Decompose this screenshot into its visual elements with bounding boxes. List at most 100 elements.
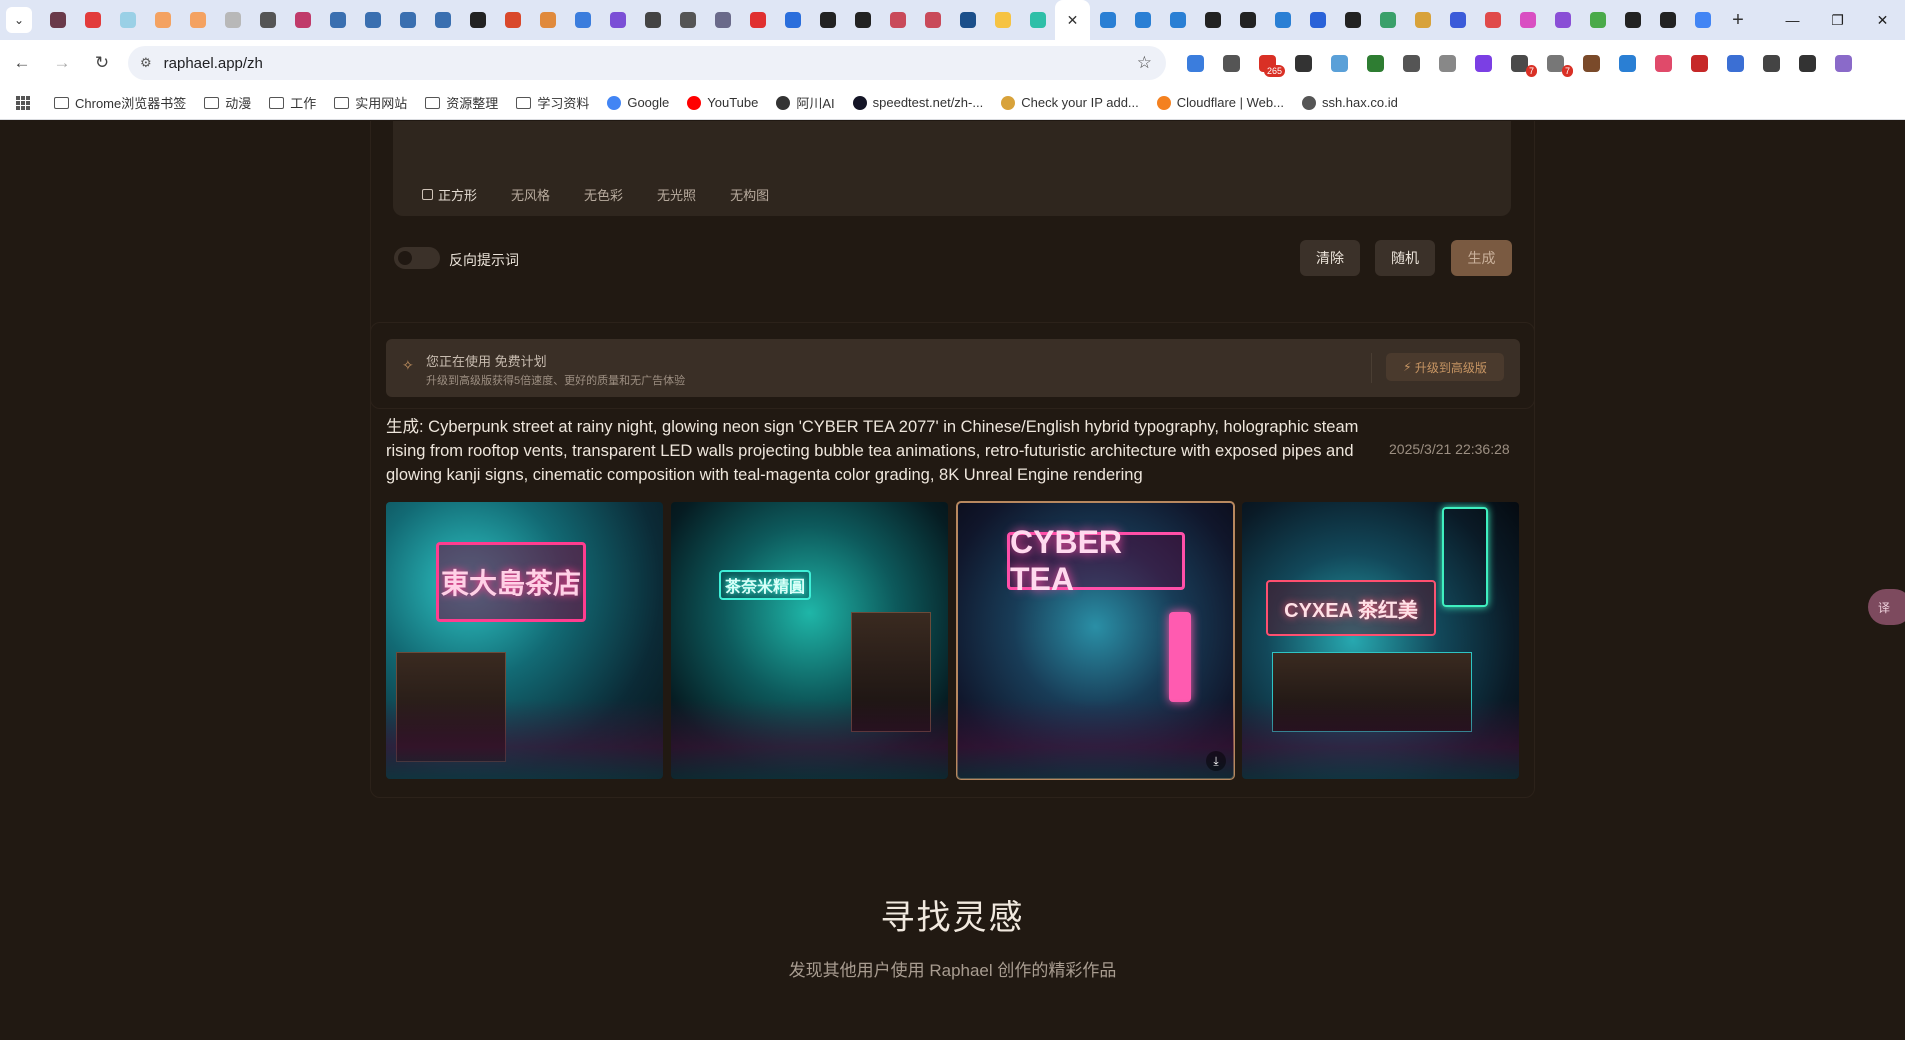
bookmark-item[interactable]: Cloudflare | Web... [1156,95,1284,110]
browser-tab[interactable] [1510,0,1545,40]
bookmark-item[interactable]: ssh.hax.co.id [1301,95,1398,110]
browser-tab[interactable] [1020,0,1055,40]
style-chip[interactable]: 无风格 [511,185,550,204]
random-button[interactable]: 随机 [1375,240,1435,276]
extension-icon[interactable] [1794,50,1821,77]
reload-button[interactable]: ↻ [84,45,120,81]
extension-icon[interactable] [1434,50,1461,77]
browser-tab[interactable] [1545,0,1580,40]
extension-icon[interactable] [1362,50,1389,77]
browser-tab[interactable] [705,0,740,40]
browser-tab[interactable] [1125,0,1160,40]
browser-tab[interactable] [530,0,565,40]
browser-tab[interactable] [1230,0,1265,40]
browser-tab[interactable] [1090,0,1125,40]
restore-button[interactable]: ❐ [1815,0,1860,40]
site-info-icon[interactable]: ⚙ [140,55,152,71]
browser-tab[interactable] [565,0,600,40]
browser-tab[interactable] [390,0,425,40]
browser-tab[interactable] [495,0,530,40]
upgrade-button[interactable]: ⚡ 升级到高级版 [1386,353,1504,381]
apps-grid-icon[interactable] [16,95,30,110]
browser-tab[interactable] [1615,0,1650,40]
bookmark-item[interactable]: Chrome浏览器书签 [54,93,186,112]
extension-icon[interactable] [1182,50,1209,77]
clear-button[interactable]: 清除 [1300,240,1360,276]
active-tab[interactable]: ✕ [1055,0,1090,40]
bookmark-item[interactable]: 学习资料 [516,93,589,112]
browser-tab[interactable] [1335,0,1370,40]
browser-tab[interactable] [740,0,775,40]
extension-icon[interactable] [1650,50,1677,77]
bookmark-star-icon[interactable]: ☆ [1137,53,1152,73]
extension-icon[interactable] [1578,50,1605,77]
browser-tab[interactable] [460,0,495,40]
browser-tab[interactable] [285,0,320,40]
browser-tab[interactable] [880,0,915,40]
browser-tab[interactable] [1405,0,1440,40]
extension-icon[interactable] [1686,50,1713,77]
browser-tab[interactable] [75,0,110,40]
browser-tab[interactable] [1300,0,1335,40]
forward-button[interactable]: → [44,45,80,81]
browser-tab[interactable] [110,0,145,40]
browser-tab[interactable] [1475,0,1510,40]
generate-button[interactable]: 生成 [1451,240,1512,276]
browser-tab[interactable] [1195,0,1230,40]
bookmark-item[interactable]: 实用网站 [334,93,407,112]
extension-icon[interactable] [1326,50,1353,77]
browser-tab[interactable] [845,0,880,40]
extension-icon[interactable]: 7 [1506,50,1537,77]
browser-tab[interactable] [355,0,390,40]
new-tab-button[interactable]: + [1724,6,1752,34]
minimize-button[interactable]: — [1770,0,1815,40]
bookmark-item[interactable]: Google [607,95,669,110]
browser-tab[interactable] [425,0,460,40]
browser-tab[interactable] [145,0,180,40]
browser-tab[interactable] [915,0,950,40]
generated-image-4[interactable]: CYXEA 茶红美 [1242,502,1519,779]
bookmark-item[interactable]: 资源整理 [425,93,498,112]
extension-icon[interactable] [1830,50,1857,77]
browser-tab[interactable] [40,0,75,40]
close-window-button[interactable]: ✕ [1860,0,1905,40]
style-chip[interactable]: 无构图 [730,185,769,204]
negative-prompt-toggle[interactable] [394,247,440,269]
extension-icon[interactable] [1722,50,1749,77]
browser-tab[interactable] [1160,0,1195,40]
browser-tab[interactable] [250,0,285,40]
browser-tab[interactable] [1685,0,1720,40]
square-checkbox[interactable]: 正方形 [422,185,477,204]
bookmark-item[interactable]: 工作 [269,93,316,112]
extension-icon[interactable]: 265 [1254,50,1285,77]
browser-tab[interactable] [600,0,635,40]
extension-icon[interactable] [1758,50,1785,77]
browser-tab[interactable] [810,0,845,40]
extension-icon[interactable] [1470,50,1497,77]
extension-icon[interactable] [1398,50,1425,77]
extension-icon[interactable] [1614,50,1641,77]
bookmark-item[interactable]: speedtest.net/zh-... [852,95,983,110]
download-icon[interactable]: ⤓ [1206,751,1226,771]
browser-tab[interactable] [635,0,670,40]
browser-tab[interactable] [320,0,355,40]
bookmark-item[interactable]: Check your IP add... [1001,95,1139,110]
browser-tab[interactable] [1580,0,1615,40]
browser-tab[interactable] [950,0,985,40]
bookmark-item[interactable]: YouTube [687,95,758,110]
tab-search-button[interactable]: ⌄ [6,7,32,33]
browser-tab[interactable] [1440,0,1475,40]
browser-tab[interactable] [1265,0,1300,40]
back-button[interactable]: ← [4,45,40,81]
browser-tab[interactable] [775,0,810,40]
generated-image-3[interactable]: CYBER TEA ⤓ [956,501,1235,780]
browser-tab[interactable] [180,0,215,40]
bookmark-item[interactable]: 动漫 [204,93,251,112]
extension-icon[interactable] [1290,50,1317,77]
address-bar[interactable]: ⚙ raphael.app/zh ☆ [128,46,1166,80]
bookmark-item[interactable]: 阿川AI [776,93,835,112]
browser-tab[interactable] [1370,0,1405,40]
translate-widget[interactable]: 译 [1868,589,1905,625]
generated-image-1[interactable]: 東大島茶店 [386,502,663,779]
extension-icon[interactable] [1218,50,1245,77]
